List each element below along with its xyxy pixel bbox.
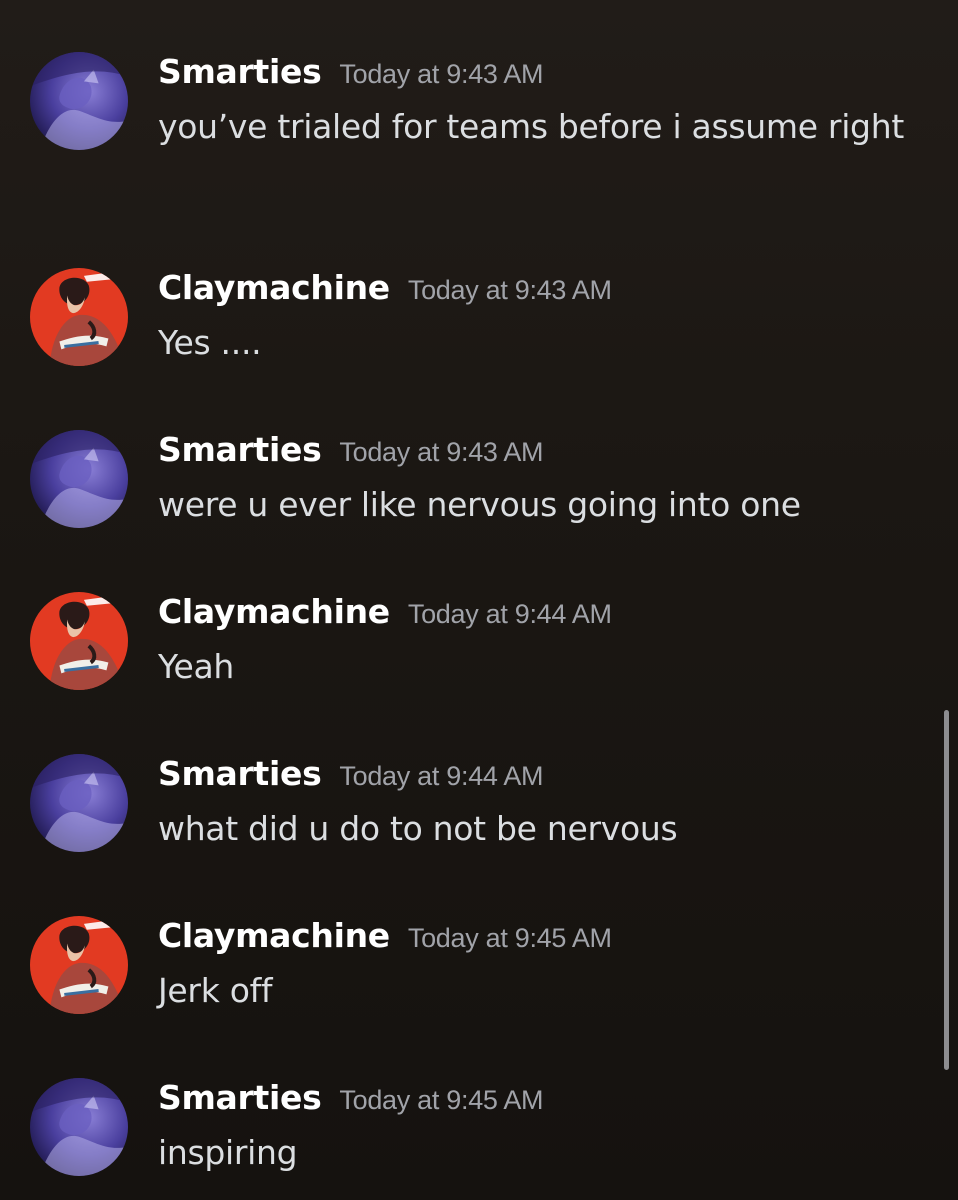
username[interactable]: Claymachine: [158, 268, 390, 307]
message-text: you’ve trialed for teams before i assume…: [158, 107, 904, 146]
timestamp: Today at 9:45 AM: [407, 923, 612, 953]
message-list[interactable]: Smarties Today at 9:43 AM you’ve trialed …: [0, 0, 958, 1200]
username[interactable]: Smarties: [158, 1078, 322, 1117]
timestamp: Today at 9:43 AM: [407, 275, 612, 305]
username[interactable]: Smarties: [158, 430, 322, 469]
claymachine-avatar[interactable]: [30, 268, 128, 366]
timestamp: Today at 9:43 AM: [339, 437, 544, 467]
claymachine-avatar[interactable]: [30, 916, 128, 1014]
message-header: Smarties Today at 9:45 AM: [158, 1078, 544, 1124]
username[interactable]: Smarties: [158, 754, 322, 793]
smarties-avatar[interactable]: [30, 1078, 128, 1176]
message-header: Smarties Today at 9:44 AM: [158, 754, 544, 800]
smarties-avatar[interactable]: [30, 430, 128, 528]
timestamp: Today at 9:44 AM: [339, 761, 544, 791]
message-text: were u ever like nervous going into one: [158, 485, 801, 524]
message-text: Yes ....: [158, 323, 262, 362]
message-text: Yeah: [158, 647, 235, 686]
username[interactable]: Claymachine: [158, 916, 390, 955]
message-header: Smarties Today at 9:43 AM: [158, 430, 544, 476]
smarties-avatar[interactable]: [30, 52, 128, 150]
message-header: Claymachine Today at 9:45 AM: [158, 916, 612, 962]
message-text: inspiring: [158, 1133, 298, 1172]
smarties-avatar[interactable]: [30, 754, 128, 852]
username[interactable]: Claymachine: [158, 592, 390, 631]
message-text: Jerk off: [158, 971, 273, 1010]
message-header: Claymachine Today at 9:43 AM: [158, 268, 612, 314]
timestamp: Today at 9:44 AM: [407, 599, 612, 629]
claymachine-avatar[interactable]: [30, 592, 128, 690]
message-text: what did u do to not be nervous: [158, 809, 678, 848]
message-header: Smarties Today at 9:43 AM: [158, 52, 544, 98]
timestamp: Today at 9:45 AM: [339, 1085, 544, 1115]
message-header: Claymachine Today at 9:44 AM: [158, 592, 612, 638]
timestamp: Today at 9:43 AM: [339, 59, 544, 89]
username[interactable]: Smarties: [158, 52, 322, 91]
scrollbar[interactable]: [944, 710, 949, 1070]
